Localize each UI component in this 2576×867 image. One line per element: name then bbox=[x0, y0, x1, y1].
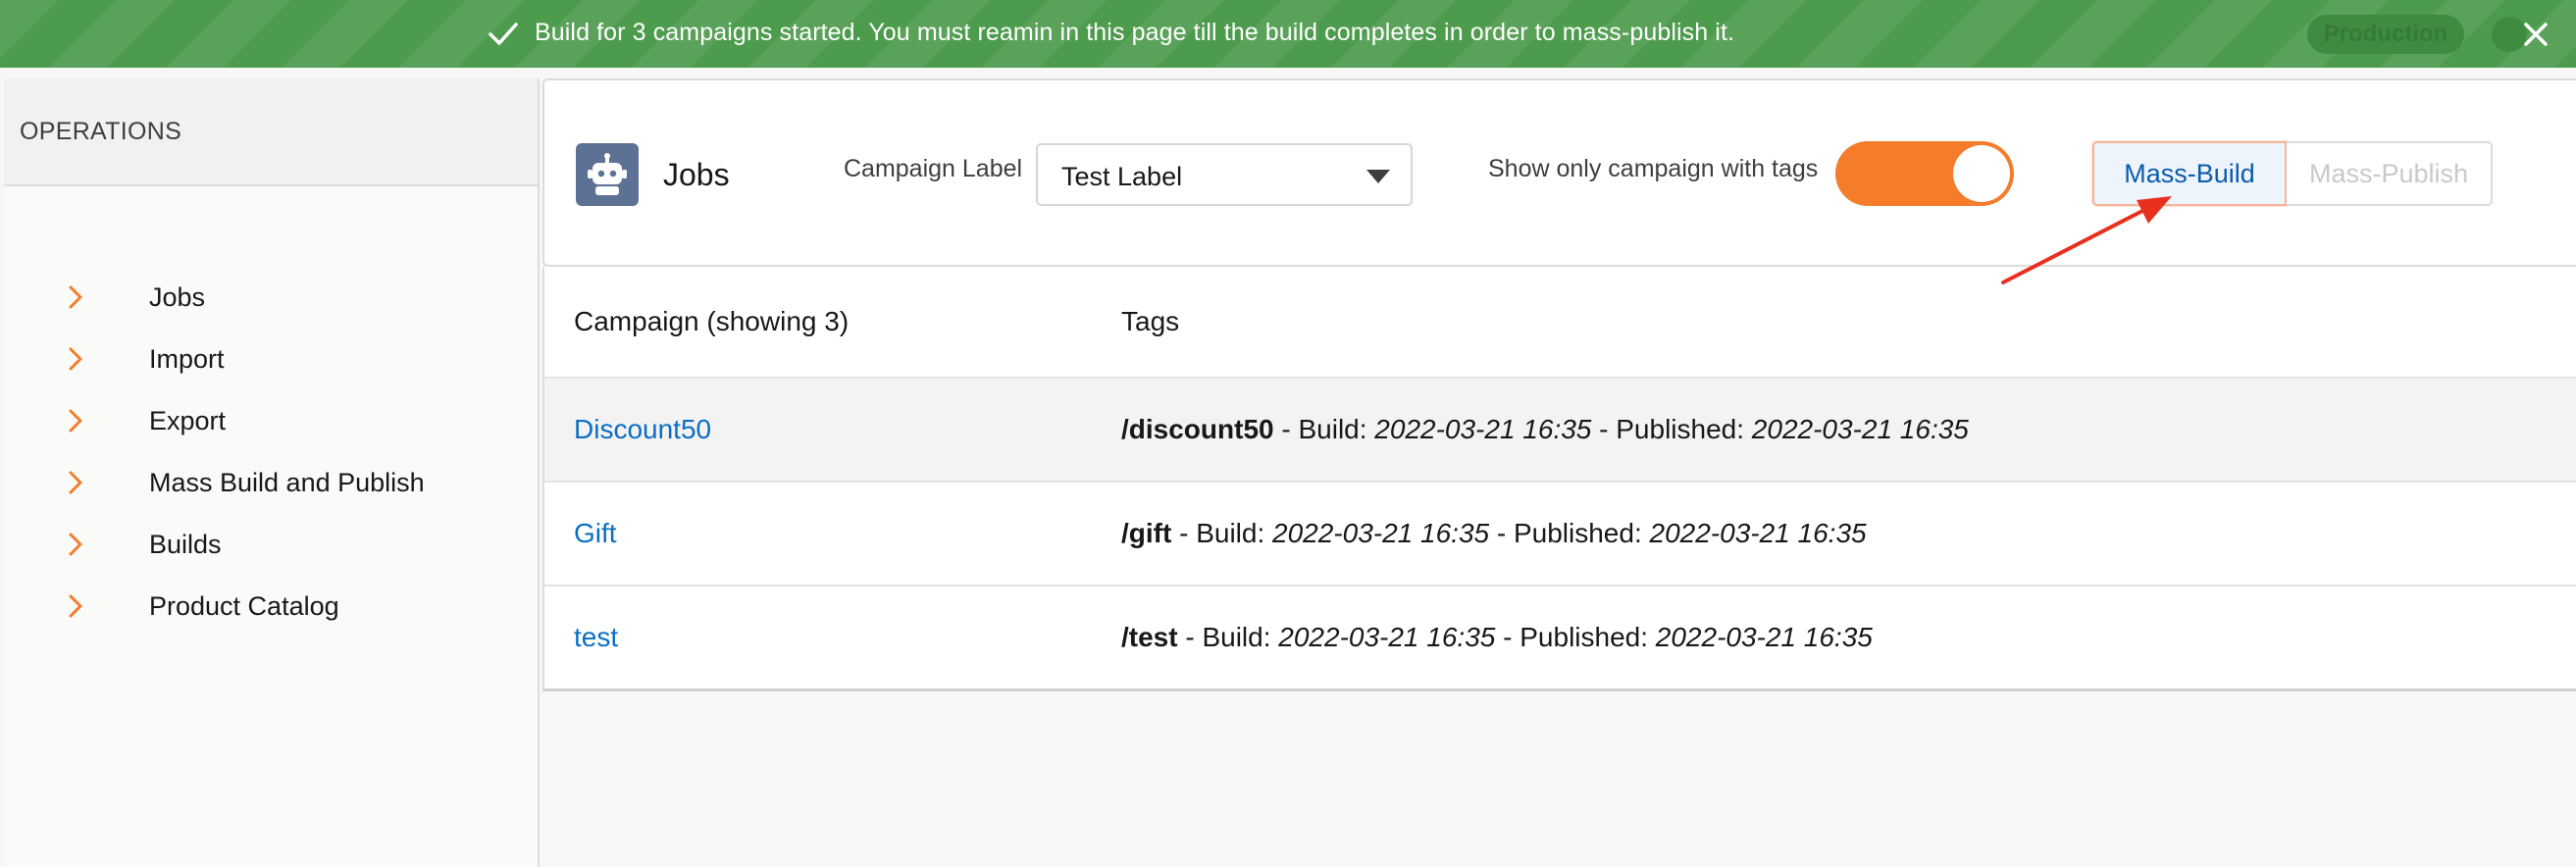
sidebar-item-builds[interactable]: Builds bbox=[4, 515, 540, 574]
mass-publish-button[interactable]: Mass-Publish bbox=[2287, 141, 2493, 206]
build-label: - Build: bbox=[1177, 622, 1279, 652]
build-label: - Build: bbox=[1273, 414, 1375, 444]
campaign-label-value: Test Label bbox=[1061, 162, 1183, 191]
sidebar-item-label: Jobs bbox=[149, 281, 206, 312]
chevron-right-icon bbox=[69, 533, 82, 556]
sidebar-item-export[interactable]: Export bbox=[4, 391, 540, 450]
check-icon bbox=[489, 23, 518, 45]
published-label: - Published: bbox=[1489, 518, 1650, 548]
sidebar-item-product-catalog[interactable]: Product Catalog bbox=[4, 577, 540, 636]
sidebar-item-label: Builds bbox=[149, 529, 222, 559]
table-row: Gift /gift - Build: 2022-03-21 16:35 - P… bbox=[544, 483, 2576, 586]
jobs-header: Jobs Campaign Label Test Label Show only… bbox=[542, 78, 2576, 267]
environment-badge[interactable]: Production bbox=[2307, 15, 2464, 54]
campaign-table: Campaign (showing 3) Tags Discount50 /di… bbox=[542, 267, 2576, 691]
table-row: test /test - Build: 2022-03-21 16:35 - P… bbox=[544, 586, 2576, 690]
robot-icon bbox=[576, 143, 639, 206]
close-icon[interactable] bbox=[2521, 20, 2550, 49]
published-date: 2022-03-21 16:35 bbox=[1751, 414, 1969, 444]
toggle-knob bbox=[1953, 145, 2010, 202]
campaign-label-text: Campaign Label bbox=[844, 155, 1023, 182]
tag-name: /discount50 bbox=[1121, 414, 1274, 444]
toast-message: Build for 3 campaigns started. You must … bbox=[535, 19, 1735, 46]
build-date: 2022-03-21 16:35 bbox=[1374, 414, 1592, 444]
published-date: 2022-03-21 16:35 bbox=[1655, 622, 1873, 652]
build-date: 2022-03-21 16:35 bbox=[1272, 518, 1490, 548]
table-header: Campaign (showing 3) Tags bbox=[544, 267, 2576, 379]
sidebar-item-jobs[interactable]: Jobs bbox=[4, 268, 540, 327]
chevron-right-icon bbox=[69, 594, 82, 618]
published-label: - Published: bbox=[1591, 414, 1752, 444]
sidebar-item-import[interactable]: Import bbox=[4, 330, 540, 388]
sidebar-title: OPERATIONS bbox=[4, 78, 538, 186]
build-label: - Build: bbox=[1171, 518, 1273, 548]
sidebar-item-label: Import bbox=[149, 343, 225, 374]
tags-cell: /gift - Build: 2022-03-21 16:35 - Publis… bbox=[1121, 518, 1867, 549]
tags-toggle-label: Show only campaign with tags bbox=[1488, 155, 1819, 182]
published-date: 2022-03-21 16:35 bbox=[1649, 518, 1867, 548]
table-row: Discount50 /discount50 - Build: 2022-03-… bbox=[544, 379, 2576, 483]
sidebar-item-label: Export bbox=[149, 405, 227, 435]
page-title: Jobs bbox=[663, 157, 730, 192]
sidebar: OPERATIONS Jobs Import Export Mass Build… bbox=[4, 78, 540, 867]
column-header-tags: Tags bbox=[1121, 306, 1180, 336]
tags-toggle[interactable] bbox=[1835, 141, 2014, 206]
success-toast: Build for 3 campaigns started. You must … bbox=[0, 0, 2576, 68]
campaign-link[interactable]: Gift bbox=[574, 518, 617, 549]
chevron-right-icon bbox=[69, 409, 82, 433]
campaign-link[interactable]: test bbox=[574, 622, 618, 653]
sidebar-item-label: Mass Build and Publish bbox=[149, 467, 425, 497]
sidebar-item-mass-build-and-publish[interactable]: Mass Build and Publish bbox=[4, 453, 540, 512]
tags-cell: /test - Build: 2022-03-21 16:35 - Publis… bbox=[1121, 622, 1873, 653]
tag-name: /test bbox=[1121, 622, 1178, 652]
mass-build-button[interactable]: Mass-Build bbox=[2092, 141, 2287, 206]
campaign-label-select[interactable]: Test Label bbox=[1036, 143, 1413, 206]
chevron-right-icon bbox=[69, 471, 82, 494]
chevron-right-icon bbox=[69, 285, 82, 309]
build-date: 2022-03-21 16:35 bbox=[1278, 622, 1496, 652]
published-label: - Published: bbox=[1495, 622, 1656, 652]
chevron-right-icon bbox=[69, 347, 82, 371]
column-header-campaign[interactable]: Campaign (showing 3) bbox=[574, 306, 849, 337]
tag-name: /gift bbox=[1121, 518, 1172, 548]
campaign-link[interactable]: Discount50 bbox=[574, 414, 711, 445]
caret-down-icon bbox=[1366, 170, 1390, 183]
tags-cell: /discount50 - Build: 2022-03-21 16:35 - … bbox=[1121, 414, 1969, 445]
sidebar-item-label: Product Catalog bbox=[149, 590, 339, 621]
